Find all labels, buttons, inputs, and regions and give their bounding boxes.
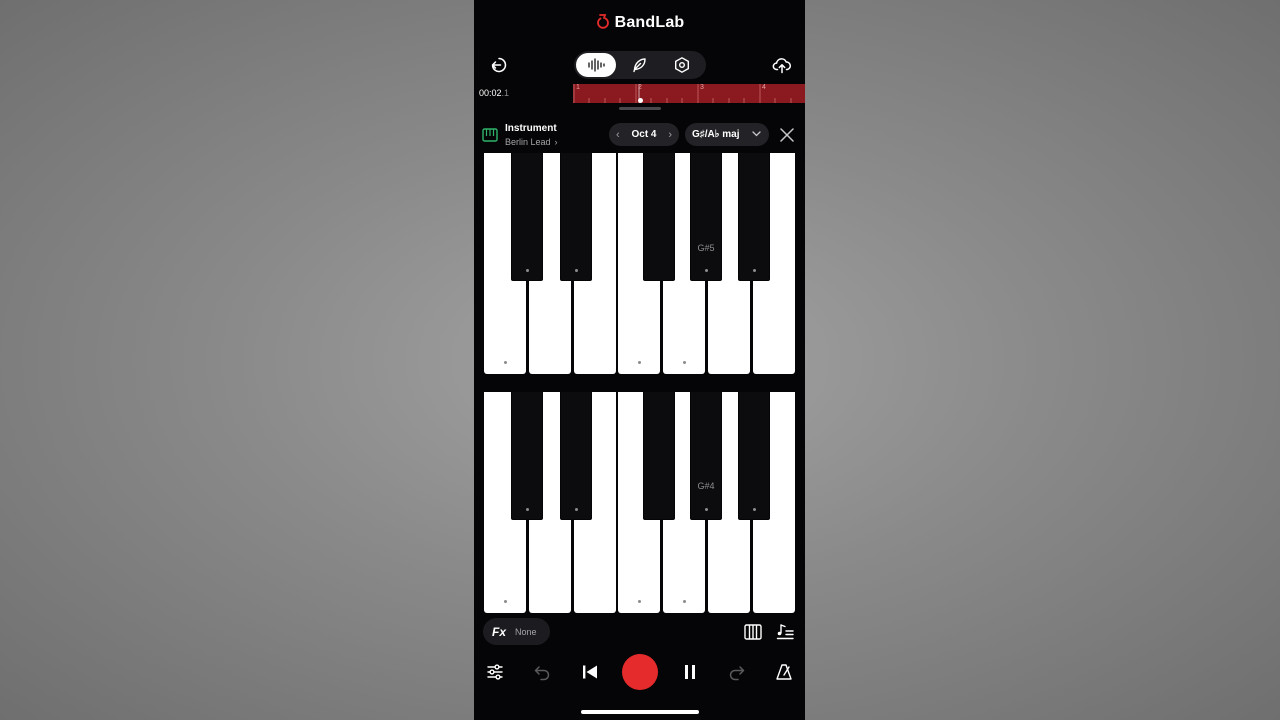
chevron-right-icon[interactable]: › (668, 129, 672, 141)
feather-icon[interactable] (619, 53, 659, 77)
playhead[interactable] (638, 98, 643, 103)
key-marker-dot (752, 269, 756, 272)
fx-label: Fx (492, 624, 507, 639)
waveform-icon[interactable] (576, 53, 616, 77)
fx-button[interactable]: Fx None (483, 618, 550, 645)
hexagon-settings-icon[interactable] (662, 53, 702, 77)
key-marker-dot (637, 600, 641, 603)
key-marker-dot (574, 269, 578, 272)
key-marker-dot (503, 361, 507, 364)
scale-label: G♯/A♭ maj (692, 129, 740, 140)
bar-label: 1 (576, 84, 580, 91)
key-marker-dot (682, 600, 686, 603)
pause-icon[interactable] (679, 661, 701, 683)
metronome-icon[interactable] (773, 661, 795, 683)
mixer-icon[interactable] (484, 661, 506, 683)
key-marker-dot (525, 508, 529, 511)
note-layout-icon[interactable] (774, 621, 796, 643)
note-label: G#5 (697, 243, 715, 253)
time-main: 00:02 (479, 88, 502, 98)
timeline-ticks (573, 84, 792, 103)
key-marker-dot (525, 269, 529, 272)
black-key[interactable] (643, 153, 675, 281)
black-key[interactable] (690, 392, 722, 520)
black-key[interactable] (560, 153, 592, 281)
key-marker-dot (704, 508, 708, 511)
record-button[interactable] (622, 654, 658, 690)
key-marker-dot (704, 269, 708, 272)
home-indicator[interactable] (581, 710, 699, 714)
octave-selector: ‹ Oct 4 › (609, 123, 679, 146)
instrument-preset: Berlin Lead (505, 137, 551, 147)
piano-keyboard-lower: G#4 (484, 392, 796, 614)
bar-label: 4 (762, 84, 766, 91)
key-marker-dot (637, 361, 641, 364)
black-key[interactable] (738, 153, 770, 281)
bar-label: 3 (700, 84, 704, 91)
black-key[interactable] (511, 153, 543, 281)
black-key[interactable] (643, 392, 675, 520)
app-window: BandLab 00:02.1 1 2 3 4 Instrument Berli… (474, 0, 805, 720)
brand-name: BandLab (614, 14, 685, 31)
time-readout: 00:02.1 (479, 88, 509, 98)
chevron-right-icon: › (554, 137, 558, 147)
scale-dropdown[interactable]: G♯/A♭ maj (685, 123, 769, 146)
instrument-preset-link[interactable]: Berlin Lead › (505, 137, 558, 147)
timeline-ruler[interactable]: 1 2 3 4 (573, 84, 805, 103)
redo-icon[interactable] (726, 661, 748, 683)
key-marker-dot (682, 361, 686, 364)
chevron-down-icon (752, 129, 761, 140)
black-key[interactable] (560, 392, 592, 520)
drag-handle[interactable] (619, 107, 661, 110)
keyboard-instrument-icon[interactable] (482, 127, 498, 143)
close-icon[interactable] (778, 126, 796, 144)
bar-label: 2 (638, 84, 642, 91)
fx-value: None (515, 626, 537, 637)
bandlab-logo-icon (595, 13, 611, 34)
octave-label: Oct 4 (631, 129, 657, 140)
key-marker-dot (503, 600, 507, 603)
note-label: G#4 (697, 481, 715, 491)
instrument-title: Instrument (505, 123, 557, 134)
exit-icon[interactable] (488, 54, 510, 76)
key-marker-dot (574, 508, 578, 511)
cloud-upload-icon[interactable] (770, 53, 794, 77)
skip-back-icon[interactable] (579, 661, 601, 683)
chevron-left-icon[interactable]: ‹ (616, 129, 620, 141)
key-marker-dot (752, 508, 756, 511)
piano-keyboard-upper: G#5 (484, 153, 796, 375)
black-key[interactable] (511, 392, 543, 520)
piano-view-icon[interactable] (742, 621, 764, 643)
brand-header: BandLab (474, 12, 805, 34)
black-key[interactable] (738, 392, 770, 520)
black-key[interactable] (690, 153, 722, 281)
undo-icon[interactable] (531, 661, 553, 683)
time-tenth: .1 (501, 88, 510, 98)
mode-switcher (574, 51, 706, 79)
